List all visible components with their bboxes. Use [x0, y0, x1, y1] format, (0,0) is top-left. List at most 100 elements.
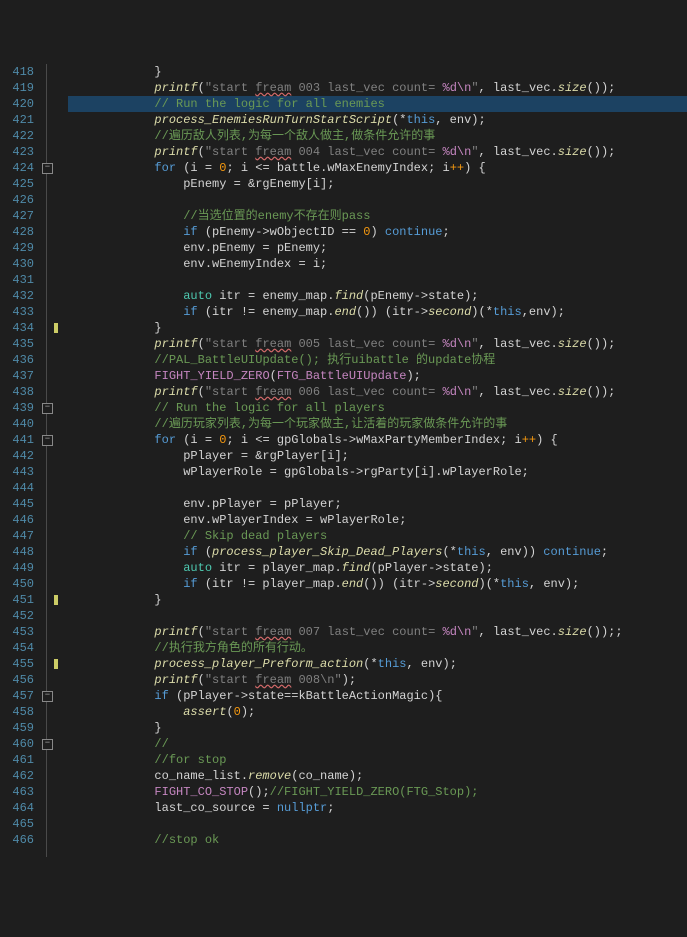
code-line[interactable]: if (itr != enemy_map.end()) (itr->second…: [68, 304, 687, 320]
line-number: 432: [0, 288, 34, 304]
line-number: 428: [0, 224, 34, 240]
code-line[interactable]: wPlayerRole = gpGlobals->rgParty[i].wPla…: [68, 464, 687, 480]
line-number: 424: [0, 160, 34, 176]
code-line[interactable]: auto itr = player_map.find(pPlayer->stat…: [68, 560, 687, 576]
code-line[interactable]: process_EnemiesRunTurnStartScript(*this,…: [68, 112, 687, 128]
code-line[interactable]: //: [68, 736, 687, 752]
fold-toggle[interactable]: −: [42, 691, 53, 702]
line-number: 460: [0, 736, 34, 752]
line-number: 429: [0, 240, 34, 256]
line-number: 426: [0, 192, 34, 208]
code-line[interactable]: FIGHT_YIELD_ZERO(FTG_BattleUIUpdate);: [68, 368, 687, 384]
fold-gutter: − − − − −: [40, 64, 54, 857]
line-number: 425: [0, 176, 34, 192]
code-line[interactable]: printf("start fream 003 last_vec count= …: [68, 80, 687, 96]
line-number: 431: [0, 272, 34, 288]
code-line[interactable]: //执行我方角色的所有行动。: [68, 640, 687, 656]
fold-toggle[interactable]: −: [42, 435, 53, 446]
line-number: 453: [0, 624, 34, 640]
line-number: 427: [0, 208, 34, 224]
code-line[interactable]: }: [68, 64, 687, 80]
code-line[interactable]: co_name_list.remove(co_name);: [68, 768, 687, 784]
line-number: 445: [0, 496, 34, 512]
line-number: 450: [0, 576, 34, 592]
change-marks-gutter: [54, 64, 68, 857]
code-line[interactable]: env.wPlayerIndex = wPlayerRole;: [68, 512, 687, 528]
code-line[interactable]: [68, 816, 687, 832]
code-line[interactable]: // Run the logic for all players: [68, 400, 687, 416]
code-line[interactable]: printf("start fream 005 last_vec count= …: [68, 336, 687, 352]
code-line[interactable]: printf("start fream 004 last_vec count= …: [68, 144, 687, 160]
line-number: 423: [0, 144, 34, 160]
line-number: 464: [0, 800, 34, 816]
code-line[interactable]: }: [68, 720, 687, 736]
code-line[interactable]: if (itr != player_map.end()) (itr->secon…: [68, 576, 687, 592]
fold-toggle[interactable]: −: [42, 403, 53, 414]
code-line[interactable]: [68, 608, 687, 624]
code-line[interactable]: printf("start fream 008\n");: [68, 672, 687, 688]
line-number: 433: [0, 304, 34, 320]
code-line[interactable]: last_co_source = nullptr;: [68, 800, 687, 816]
code-line[interactable]: env.pEnemy = pEnemy;: [68, 240, 687, 256]
line-number-gutter: 4184194204214224234244254264274284294304…: [0, 64, 40, 857]
line-number: 435: [0, 336, 34, 352]
line-number: 441: [0, 432, 34, 448]
code-line[interactable]: env.pPlayer = pPlayer;: [68, 496, 687, 512]
code-line[interactable]: printf("start fream 007 last_vec count= …: [68, 624, 687, 640]
line-number: 437: [0, 368, 34, 384]
code-line[interactable]: if (process_player_Skip_Dead_Players(*th…: [68, 544, 687, 560]
line-number: 440: [0, 416, 34, 432]
code-line[interactable]: if (pPlayer->state==kBattleActionMagic){: [68, 688, 687, 704]
line-number: 443: [0, 464, 34, 480]
line-number: 461: [0, 752, 34, 768]
code-line[interactable]: //当选位置的enemy不存在则pass: [68, 208, 687, 224]
line-number: 446: [0, 512, 34, 528]
line-number: 458: [0, 704, 34, 720]
code-line[interactable]: //PAL_BattleUIUpdate(); 执行uibattle 的upda…: [68, 352, 687, 368]
line-number: 451: [0, 592, 34, 608]
change-mark: [54, 659, 58, 669]
line-number: 444: [0, 480, 34, 496]
code-area[interactable]: } printf("start fream 003 last_vec count…: [68, 64, 687, 857]
code-line[interactable]: pEnemy = &rgEnemy[i];: [68, 176, 687, 192]
code-line[interactable]: env.wEnemyIndex = i;: [68, 256, 687, 272]
line-number: 421: [0, 112, 34, 128]
line-number: 457: [0, 688, 34, 704]
code-line[interactable]: printf("start fream 006 last_vec count= …: [68, 384, 687, 400]
code-line[interactable]: [68, 192, 687, 208]
code-line[interactable]: auto itr = enemy_map.find(pEnemy->state)…: [68, 288, 687, 304]
code-line[interactable]: process_player_Preform_action(*this, env…: [68, 656, 687, 672]
code-line[interactable]: for (i = 0; i <= gpGlobals->wMaxPartyMem…: [68, 432, 687, 448]
line-number: 454: [0, 640, 34, 656]
code-line[interactable]: }: [68, 592, 687, 608]
code-line[interactable]: assert(0);: [68, 704, 687, 720]
line-number: 422: [0, 128, 34, 144]
code-line[interactable]: for (i = 0; i <= battle.wMaxEnemyIndex; …: [68, 160, 687, 176]
code-line[interactable]: //for stop: [68, 752, 687, 768]
code-line[interactable]: pPlayer = &rgPlayer[i];: [68, 448, 687, 464]
code-line[interactable]: if (pEnemy->wObjectID == 0) continue;: [68, 224, 687, 240]
code-line[interactable]: // Skip dead players: [68, 528, 687, 544]
line-number: 455: [0, 656, 34, 672]
code-line[interactable]: // Run the logic for all enemies: [68, 96, 687, 112]
line-number: 442: [0, 448, 34, 464]
line-number: 420: [0, 96, 34, 112]
fold-toggle[interactable]: −: [42, 739, 53, 750]
code-line[interactable]: [68, 272, 687, 288]
code-line[interactable]: [68, 480, 687, 496]
line-number: 452: [0, 608, 34, 624]
code-line[interactable]: }: [68, 320, 687, 336]
line-number: 436: [0, 352, 34, 368]
code-editor[interactable]: 4184194204214224234244254264274284294304…: [0, 64, 687, 857]
fold-toggle[interactable]: −: [42, 163, 53, 174]
code-line[interactable]: //stop ok: [68, 832, 687, 848]
code-line[interactable]: //遍历敌人列表,为每一个敌人做主,做条件允许的事: [68, 128, 687, 144]
line-number: 449: [0, 560, 34, 576]
line-number: 419: [0, 80, 34, 96]
code-line[interactable]: //遍历玩家列表,为每一个玩家做主,让活着的玩家做条件允许的事: [68, 416, 687, 432]
line-number: 463: [0, 784, 34, 800]
line-number: 438: [0, 384, 34, 400]
code-line[interactable]: FIGHT_CO_STOP();//FIGHT_YIELD_ZERO(FTG_S…: [68, 784, 687, 800]
line-number: 448: [0, 544, 34, 560]
line-number: 462: [0, 768, 34, 784]
